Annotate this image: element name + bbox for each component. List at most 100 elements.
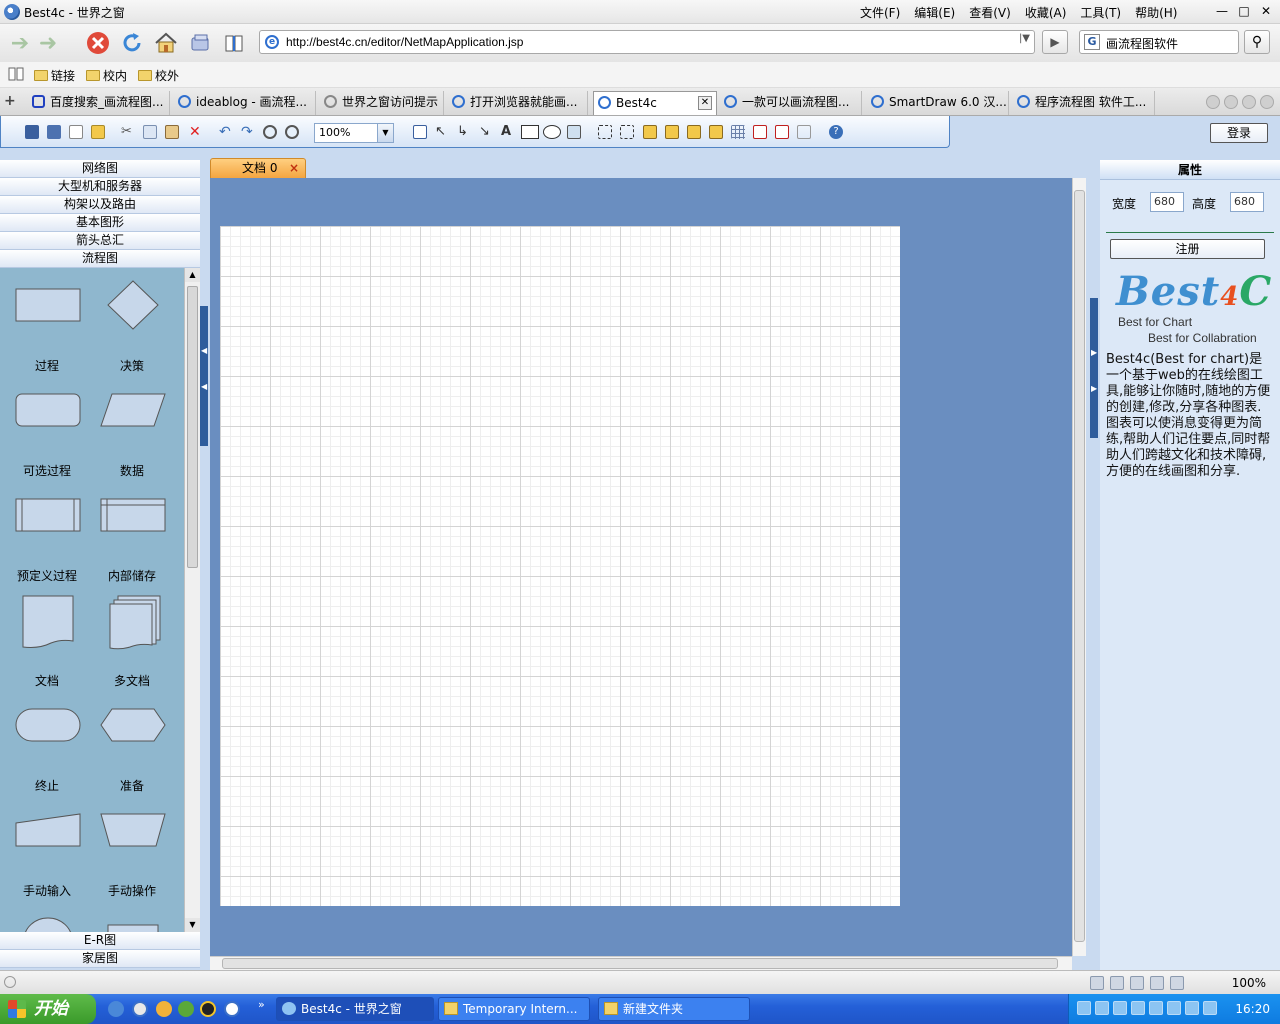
taskbar-item-browser[interactable]: Best4c - 世界之窗 <box>276 997 434 1021</box>
back-arrow-icon[interactable]: ➔ <box>6 29 34 57</box>
shape-preparation[interactable]: 准备 <box>90 700 174 800</box>
quicklaunch-smiley-icon[interactable] <box>156 1001 172 1017</box>
tab-scroll-left-icon[interactable] <box>1224 95 1238 109</box>
menu-help[interactable]: 帮助(H) <box>1135 4 1177 21</box>
quicklaunch-tool-icon[interactable] <box>178 1001 194 1017</box>
tray-antivirus-icon[interactable] <box>1167 1001 1181 1015</box>
category-architecture-routing[interactable]: 构架以及路由 <box>0 196 200 214</box>
login-button[interactable]: 登录 <box>1210 123 1268 143</box>
new-tab-plus-icon[interactable]: + <box>4 93 16 109</box>
browser-tab[interactable]: 世界之窗访问提示 <box>320 91 444 115</box>
stop-icon[interactable] <box>84 29 112 57</box>
scroll-thumb[interactable] <box>187 286 198 568</box>
grid-icon[interactable] <box>731 125 745 139</box>
save-icon[interactable] <box>25 125 39 139</box>
bring-front-icon[interactable] <box>643 125 657 139</box>
refresh-icon[interactable] <box>118 29 146 57</box>
status-page-icon[interactable] <box>1090 976 1104 990</box>
taskbar-item-new-folder[interactable]: 新建文件夹 <box>598 997 750 1021</box>
category-flowchart[interactable]: 流程图 <box>0 250 200 268</box>
copy-icon[interactable] <box>143 125 157 139</box>
bookmark-campus-in[interactable]: 校内 <box>86 67 127 84</box>
scroll-down-icon[interactable]: ▼ <box>185 918 200 932</box>
address-dropdown-icon[interactable]: |▼ <box>1019 33 1030 44</box>
undo-icon[interactable]: ↶ <box>219 125 233 139</box>
menu-tools[interactable]: 工具(T) <box>1080 4 1121 21</box>
rectangle-tool-icon[interactable] <box>521 125 539 139</box>
maximize-icon[interactable]: □ <box>1236 2 1252 20</box>
quicklaunch-browser-icon[interactable] <box>132 1001 148 1017</box>
taskbar-item-temp-folder[interactable]: Temporary Intern... <box>438 997 590 1021</box>
shape-internal-storage[interactable]: 内部储存 <box>90 490 174 590</box>
shapes-scrollbar[interactable]: ▲ ▼ <box>184 268 200 932</box>
scroll-thumb[interactable] <box>1074 190 1085 942</box>
drawing-page[interactable] <box>220 226 900 906</box>
document-tab[interactable]: 文档 0 × <box>210 158 306 178</box>
browser-tab[interactable]: SmartDraw 6.0 汉... <box>867 91 1009 115</box>
tray-app-icon[interactable] <box>1131 1001 1145 1015</box>
text-tool-icon[interactable]: A <box>501 125 515 139</box>
browser-tab[interactable]: ideablog - 画流程... <box>174 91 316 115</box>
close-tab-icon[interactable]: ✕ <box>698 96 712 110</box>
bookmarks-book-icon[interactable] <box>8 67 24 81</box>
canvas-vertical-scrollbar[interactable] <box>1072 178 1086 956</box>
shape-terminator[interactable]: 终止 <box>5 700 89 800</box>
paste-icon[interactable] <box>165 125 179 139</box>
quicklaunch-expand-icon[interactable]: » <box>258 998 265 1011</box>
favorites-book-icon[interactable] <box>220 29 248 57</box>
status-download-icon[interactable] <box>1130 976 1144 990</box>
close-all-tabs-icon[interactable] <box>1260 95 1274 109</box>
tab-scroll-right-icon[interactable] <box>1242 95 1256 109</box>
cut-icon[interactable]: ✂ <box>121 125 135 139</box>
menu-view[interactable]: 查看(V) <box>969 4 1011 21</box>
go-button[interactable]: ▶ <box>1042 30 1068 54</box>
tray-app-icon[interactable] <box>1149 1001 1163 1015</box>
shape-decision[interactable]: 决策 <box>90 280 174 380</box>
scroll-up-icon[interactable]: ▲ <box>185 268 200 282</box>
register-button[interactable]: 注册 <box>1110 239 1265 259</box>
quicklaunch-ie-icon[interactable] <box>108 1001 124 1017</box>
ellipse-tool-icon[interactable] <box>543 125 561 139</box>
image-tool-icon[interactable] <box>567 125 581 139</box>
home-icon[interactable] <box>152 29 180 57</box>
table-icon[interactable] <box>413 125 427 139</box>
tray-app-icon[interactable] <box>1185 1001 1199 1015</box>
minimize-icon[interactable]: — <box>1214 2 1230 20</box>
browser-tab-active[interactable]: Best4c ✕ <box>593 91 717 115</box>
shape-manual-input[interactable]: 手动输入 <box>5 805 89 905</box>
scroll-thumb[interactable] <box>222 958 1058 969</box>
status-sound-icon[interactable] <box>1150 976 1164 990</box>
close-window-icon[interactable]: ✕ <box>1258 2 1274 20</box>
menu-edit[interactable]: 编辑(E) <box>914 4 955 21</box>
category-er-diagram[interactable]: E-R图 <box>0 932 200 950</box>
bring-forward-icon[interactable] <box>687 125 701 139</box>
export-pdf-icon[interactable] <box>753 125 767 139</box>
category-arrows[interactable]: 箭头总汇 <box>0 232 200 250</box>
page-zoom-level[interactable]: 100% <box>1232 976 1266 990</box>
browser-tab[interactable]: 打开浏览器就能画... <box>448 91 588 115</box>
bookmark-campus-out[interactable]: 校外 <box>138 67 179 84</box>
shape-process[interactable]: 过程 <box>5 280 89 380</box>
connector-icon[interactable]: ↳ <box>457 125 471 139</box>
tray-keyboard-icon[interactable] <box>1077 1001 1091 1015</box>
height-input[interactable]: 680 <box>1230 192 1264 212</box>
shape-document[interactable]: 文档 <box>5 595 89 695</box>
browser-tab[interactable]: 百度搜索_画流程图... <box>28 91 170 115</box>
canvas-horizontal-scrollbar[interactable] <box>210 956 1072 970</box>
shape-predefined-process[interactable]: 预定义过程 <box>5 490 89 590</box>
send-back-icon[interactable] <box>665 125 679 139</box>
start-button[interactable]: 开始 <box>0 994 96 1024</box>
help-icon[interactable]: ? <box>829 125 843 139</box>
status-block-icon[interactable] <box>1110 976 1124 990</box>
tray-network-icon[interactable] <box>1095 1001 1109 1015</box>
shape-multi-document[interactable]: 多文档 <box>90 595 174 695</box>
group-icon[interactable] <box>598 125 612 139</box>
ungroup-icon[interactable] <box>620 125 634 139</box>
open-folder-icon[interactable] <box>91 125 105 139</box>
quicklaunch-app-icon[interactable] <box>224 1001 240 1017</box>
zoom-in-icon[interactable] <box>263 125 277 139</box>
zoom-out-icon[interactable] <box>285 125 299 139</box>
fullscreen-icon[interactable] <box>797 125 811 139</box>
shape-data[interactable]: 数据 <box>90 385 174 485</box>
tray-volume-icon[interactable] <box>1203 1001 1217 1015</box>
